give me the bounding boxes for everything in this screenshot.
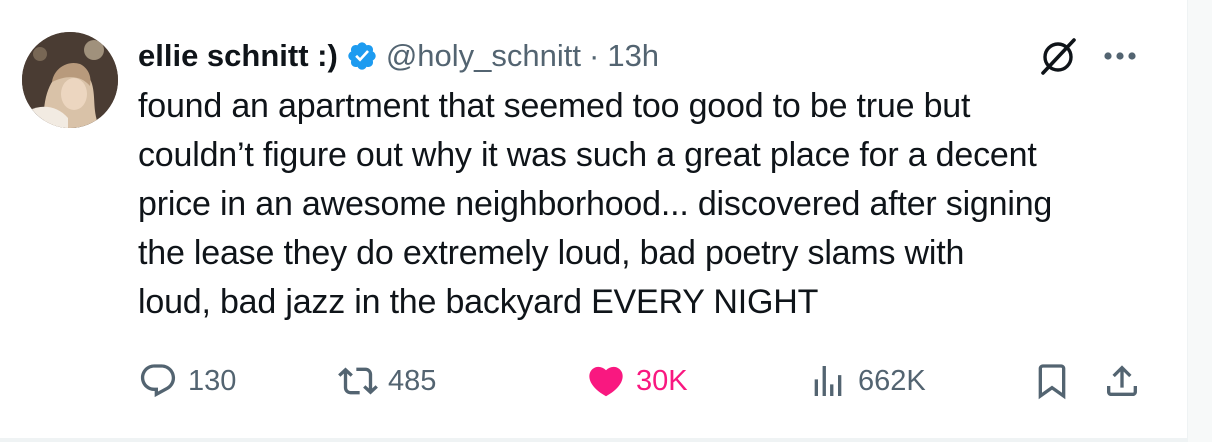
repost-button[interactable]: 485	[338, 356, 436, 406]
like-button[interactable]: 30K	[586, 356, 688, 406]
separator-dot: ·	[589, 38, 600, 73]
display-name[interactable]: ellie schnitt :)	[138, 38, 338, 74]
share-button[interactable]	[1102, 356, 1142, 406]
right-edge-panel	[1187, 0, 1212, 442]
like-count: 30K	[636, 364, 688, 397]
more-icon[interactable]	[1100, 38, 1140, 74]
reply-icon	[140, 364, 176, 398]
tweet-header: ellie schnitt :) @holy_schnitt · 13h	[138, 34, 659, 78]
user-handle[interactable]: @holy_schnitt	[386, 38, 581, 74]
bookmark-button[interactable]	[1032, 356, 1072, 406]
repost-count: 485	[388, 364, 437, 397]
avatar-photo	[22, 32, 118, 128]
views-chart-icon	[814, 366, 842, 396]
verified-badge-icon[interactable]	[346, 40, 378, 72]
heart-icon	[589, 366, 623, 397]
bottom-divider	[0, 438, 1188, 442]
avatar[interactable]	[22, 32, 118, 128]
repost-icon	[338, 367, 378, 395]
grok-icon[interactable]	[1036, 36, 1080, 76]
views-button[interactable]: 662K	[808, 356, 926, 406]
reply-button[interactable]: 130	[138, 356, 236, 406]
tweet-text: found an apartment that seemed too good …	[138, 87, 1053, 321]
timestamp[interactable]: 13h	[607, 38, 659, 74]
views-count: 662K	[858, 364, 926, 397]
reply-count: 130	[188, 364, 237, 397]
bookmark-icon	[1038, 364, 1066, 400]
action-bar: 130 485 30K 662K	[138, 356, 1148, 406]
share-icon	[1107, 365, 1137, 396]
